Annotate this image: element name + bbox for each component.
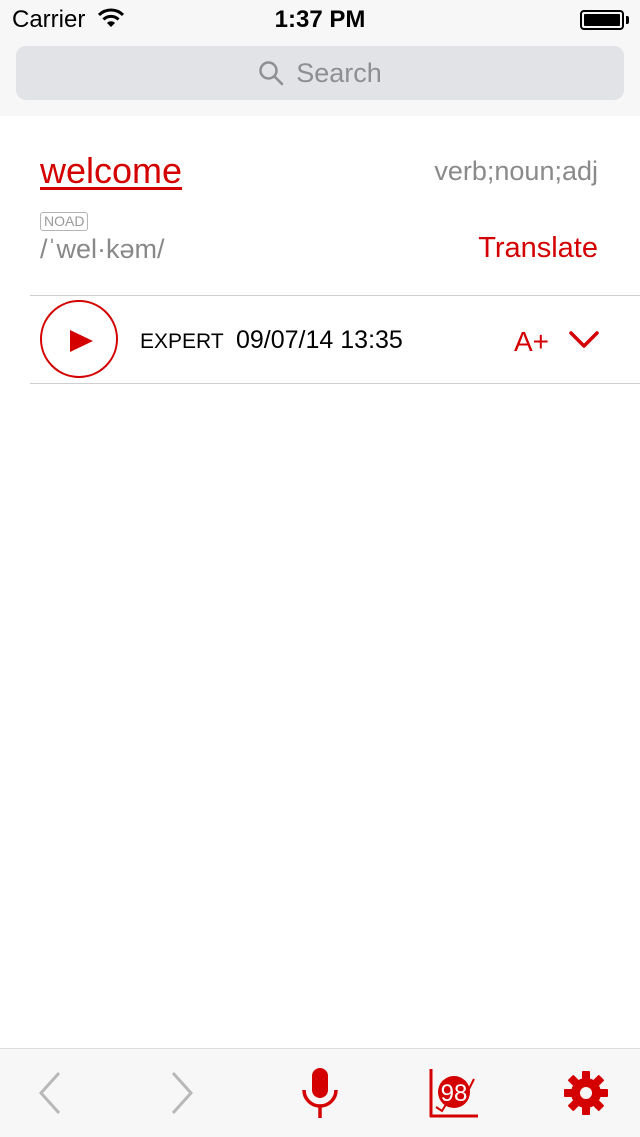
back-arrow-icon (38, 1071, 61, 1115)
divider (30, 383, 640, 384)
gear-icon (564, 1071, 608, 1115)
parts-of-speech: verb;noun;adj (434, 156, 598, 186)
level-label: EXPERT (140, 330, 224, 353)
play-button[interactable] (40, 300, 118, 378)
back-button[interactable] (10, 1049, 90, 1137)
recording-datetime: 09/07/14 13:35 (236, 326, 403, 354)
pronunciation: /ˈwel·kəm/ (40, 234, 165, 264)
grade-label[interactable]: A+ (514, 326, 549, 358)
search-placeholder: Search (296, 57, 382, 88)
search-input[interactable]: Search (16, 46, 624, 100)
settings-button[interactable] (546, 1049, 626, 1137)
microphone-icon (302, 1068, 338, 1118)
bottom-toolbar: 98 (0, 1048, 640, 1137)
status-bar: Carrier 1:37 PM (0, 0, 640, 40)
forward-arrow-icon (171, 1071, 194, 1115)
chevron-down-icon[interactable] (568, 330, 600, 355)
translate-button[interactable]: Translate (478, 232, 598, 265)
battery-icon (580, 10, 624, 30)
top-bar: Carrier 1:37 PM Search (0, 0, 640, 116)
search-icon (259, 61, 284, 86)
source-badge: NOAD (40, 212, 89, 231)
forward-button[interactable] (142, 1049, 222, 1137)
clock-label: 1:37 PM (274, 6, 366, 33)
battery-tip (626, 16, 629, 24)
word-title[interactable]: welcome (40, 150, 182, 192)
microphone-button[interactable] (280, 1049, 360, 1137)
play-icon (70, 330, 93, 352)
score-button[interactable]: 98 (414, 1049, 494, 1137)
score-chart-icon: 98 (428, 1067, 480, 1119)
divider (30, 295, 640, 296)
score-value: 98 (440, 1080, 468, 1107)
